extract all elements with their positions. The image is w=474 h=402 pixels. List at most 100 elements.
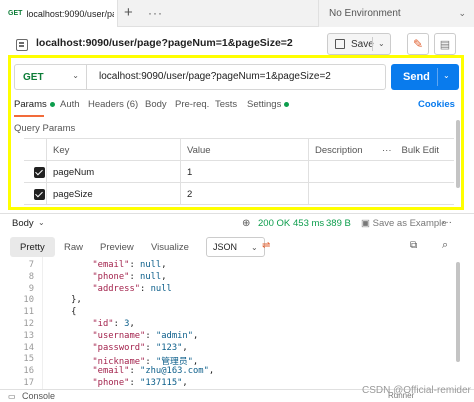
tab-headers[interactable]: Headers (6)	[88, 99, 138, 110]
chevron-down-icon: ⌄	[72, 71, 79, 80]
params-table: Key Value Description ··· Bulk Edit page…	[24, 138, 454, 208]
tab-visualize[interactable]: Visualize	[141, 237, 199, 257]
more-options-icon[interactable]: ···	[382, 145, 392, 156]
save-icon	[335, 39, 345, 49]
tab-body[interactable]: Body	[145, 99, 167, 110]
tab-raw[interactable]: Raw	[54, 237, 93, 257]
http-request-icon	[16, 39, 28, 51]
console-icon[interactable]: ▭	[8, 392, 16, 401]
row-check-cell	[24, 161, 46, 183]
save-example-label: Save as Example	[372, 218, 447, 229]
response-toolbar: Pretty Raw Preview Visualize JSON ⌄ ⇌ ⧉ ⌕	[10, 237, 464, 257]
tab-auth[interactable]: Auth	[60, 99, 80, 110]
param-description[interactable]	[308, 183, 454, 205]
code-line: },	[50, 295, 82, 306]
row-check-cell	[24, 183, 46, 205]
tab-params-label: Params	[14, 99, 47, 110]
method-select[interactable]: GET ⌄	[15, 65, 87, 89]
active-dot-icon	[284, 101, 290, 107]
save-example-icon: ▣	[361, 218, 373, 229]
documentation-icon[interactable]: ▤	[434, 33, 456, 55]
console-button[interactable]: Console	[22, 391, 55, 401]
active-dot-icon	[49, 101, 55, 107]
response-code-body: 7 "email": null, 8 "phone": null, 9 "addre…	[0, 257, 474, 389]
code-line: "password": "123",	[92, 342, 188, 353]
param-key[interactable]: pageSize	[46, 183, 180, 205]
table-row: pageSize 2	[24, 183, 454, 205]
tab-pretty[interactable]: Pretty	[10, 237, 55, 257]
param-value[interactable]: 2	[180, 183, 308, 205]
edit-icon[interactable]: ✎	[407, 33, 429, 55]
table-header-row: Key Value Description ··· Bulk Edit	[24, 139, 454, 161]
bulk-edit-link[interactable]: Bulk Edit	[402, 145, 440, 156]
tab-prereq[interactable]: Pre-req.	[175, 99, 209, 110]
response-time: 453 ms	[293, 218, 325, 229]
param-key[interactable]: pageNum	[46, 161, 180, 183]
checkbox[interactable]	[34, 188, 45, 200]
chevron-down-icon: ⌄	[251, 242, 258, 252]
new-tab-icon[interactable]: +	[124, 4, 133, 21]
response-bar: Body ⌄ ⊕ 200 OK 453 ms 389 B ▣ Save as E…	[0, 213, 474, 233]
code-line: "email": "zhu@163.com",	[92, 366, 215, 377]
tab-method: GET	[8, 10, 23, 17]
save-as-example-button[interactable]: ▣ Save as Example	[361, 218, 447, 229]
line-number: 9	[28, 283, 34, 294]
header-description: Description	[308, 139, 376, 161]
line-number: 12	[23, 319, 34, 329]
more-options-icon[interactable]: ···	[442, 217, 452, 228]
url-input[interactable]: localhost:9090/user/page?pageNum=1&pageS…	[99, 71, 331, 82]
status-badge: 200 OK	[258, 218, 291, 229]
request-name-row: localhost:9090/user/page?pageNum=1&pageS…	[0, 31, 474, 59]
request-tabs: Params Auth Headers (6) Body Pre-req. Te…	[14, 99, 464, 115]
line-number: 11	[23, 307, 34, 318]
param-description[interactable]	[308, 161, 454, 183]
scrollbar[interactable]	[456, 262, 460, 362]
format-select[interactable]: JSON ⌄	[206, 237, 265, 257]
line-number: 15	[23, 354, 34, 365]
save-button[interactable]: Save ⌄	[327, 33, 391, 55]
checkbox[interactable]	[34, 166, 45, 178]
code-line: "id": 3,	[92, 319, 135, 329]
copy-icon[interactable]: ⧉	[410, 240, 417, 251]
line-number: 7	[28, 260, 34, 270]
indent-guide	[42, 257, 43, 389]
chevron-down-icon[interactable]: ⌄	[443, 71, 450, 80]
request-tab[interactable]: GET localhost:9090/user/pa	[0, 0, 118, 27]
response-body-label[interactable]: Body	[12, 218, 34, 229]
tab-settings[interactable]: Settings	[247, 99, 290, 110]
chevron-down-icon[interactable]: ⌄	[38, 218, 45, 227]
param-value[interactable]: 1	[180, 161, 308, 183]
environment-label: No Environment	[329, 8, 401, 19]
request-name[interactable]: localhost:9090/user/page?pageNum=1&pageS…	[36, 37, 293, 49]
code-line: "phone": null,	[92, 271, 167, 282]
line-number: 8	[28, 271, 34, 282]
code-line: {	[50, 307, 77, 318]
tab-preview[interactable]: Preview	[90, 237, 144, 257]
code-line: "address": null	[92, 283, 172, 294]
response-size: 389 B	[326, 218, 351, 229]
globe-icon[interactable]: ⊕	[242, 218, 250, 229]
code-line: "email": null,	[92, 260, 167, 270]
search-icon[interactable]: ⌕	[442, 239, 448, 252]
line-number: 14	[23, 342, 34, 353]
tab-bar: GET localhost:9090/user/pa + ··· No Envi…	[0, 0, 474, 27]
wrap-lines-icon[interactable]: ⇌	[262, 240, 276, 252]
header-check-cell	[24, 139, 46, 161]
chevron-down-icon[interactable]: ⌄	[378, 39, 385, 48]
format-value: JSON	[213, 242, 238, 252]
cookies-link[interactable]: Cookies	[418, 99, 455, 110]
divider	[437, 68, 438, 86]
header-value: Value	[180, 139, 308, 161]
send-button[interactable]: Send ⌄	[391, 64, 459, 90]
environment-select[interactable]: No Environment ⌄	[318, 0, 474, 27]
scrollbar[interactable]	[456, 120, 460, 188]
more-tabs-icon[interactable]: ···	[148, 6, 163, 20]
tab-tests[interactable]: Tests	[215, 99, 237, 110]
header-actions: ··· Bulk Edit	[376, 139, 454, 161]
watermark: CSDN @Official-remider	[362, 385, 471, 396]
table-row: pageNum 1	[24, 161, 454, 183]
code-line: "username": "admin",	[92, 330, 199, 341]
tab-params[interactable]: Params	[14, 99, 55, 110]
query-params-label: Query Params	[14, 123, 76, 134]
send-label: Send	[403, 71, 430, 83]
